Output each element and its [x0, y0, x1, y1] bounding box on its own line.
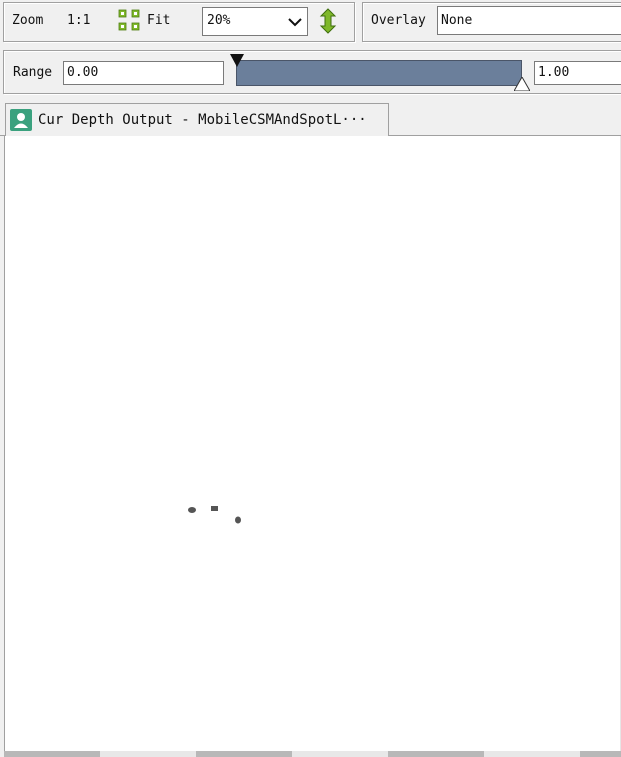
- flip-vertical-button[interactable]: [318, 8, 338, 34]
- range-low-handle[interactable]: [230, 54, 244, 68]
- texture-canvas[interactable]: [4, 136, 621, 752]
- chevron-down-icon: [288, 18, 302, 27]
- overlay-select[interactable]: None: [437, 6, 621, 35]
- range-label: Range: [13, 65, 53, 80]
- range-max-input[interactable]: 1.00: [534, 61, 621, 85]
- fit-button[interactable]: Fit: [117, 8, 179, 32]
- overlay-label: Overlay: [371, 13, 426, 28]
- vertical-arrows-icon: [319, 8, 337, 34]
- range-min-value: 0.00: [67, 65, 99, 80]
- tab-cur-depth-output[interactable]: Cur Depth Output - MobileCSMAndSpotL···: [5, 103, 389, 136]
- tab-title: Cur Depth Output - MobileCSMAndSpotL···: [38, 112, 367, 128]
- range-slider[interactable]: [230, 54, 530, 92]
- texture-viewer-icon: [10, 109, 32, 131]
- zoom-select[interactable]: 20%: [202, 7, 308, 36]
- fit-label: Fit: [147, 13, 171, 28]
- range-max-value: 1.00: [538, 65, 570, 80]
- horizontal-scrollbar[interactable]: [4, 751, 621, 757]
- range-high-handle[interactable]: [514, 77, 530, 91]
- zoom-1to1-button[interactable]: 1:1: [67, 13, 90, 29]
- zoom-select-value: 20%: [207, 13, 231, 28]
- zoom-label: Zoom: [12, 13, 44, 28]
- depth-preview-render: [188, 506, 241, 524]
- range-min-input[interactable]: 0.00: [63, 61, 224, 85]
- overlay-select-value: None: [441, 13, 473, 28]
- range-slider-track: [236, 60, 522, 86]
- fit-icon: [118, 9, 140, 31]
